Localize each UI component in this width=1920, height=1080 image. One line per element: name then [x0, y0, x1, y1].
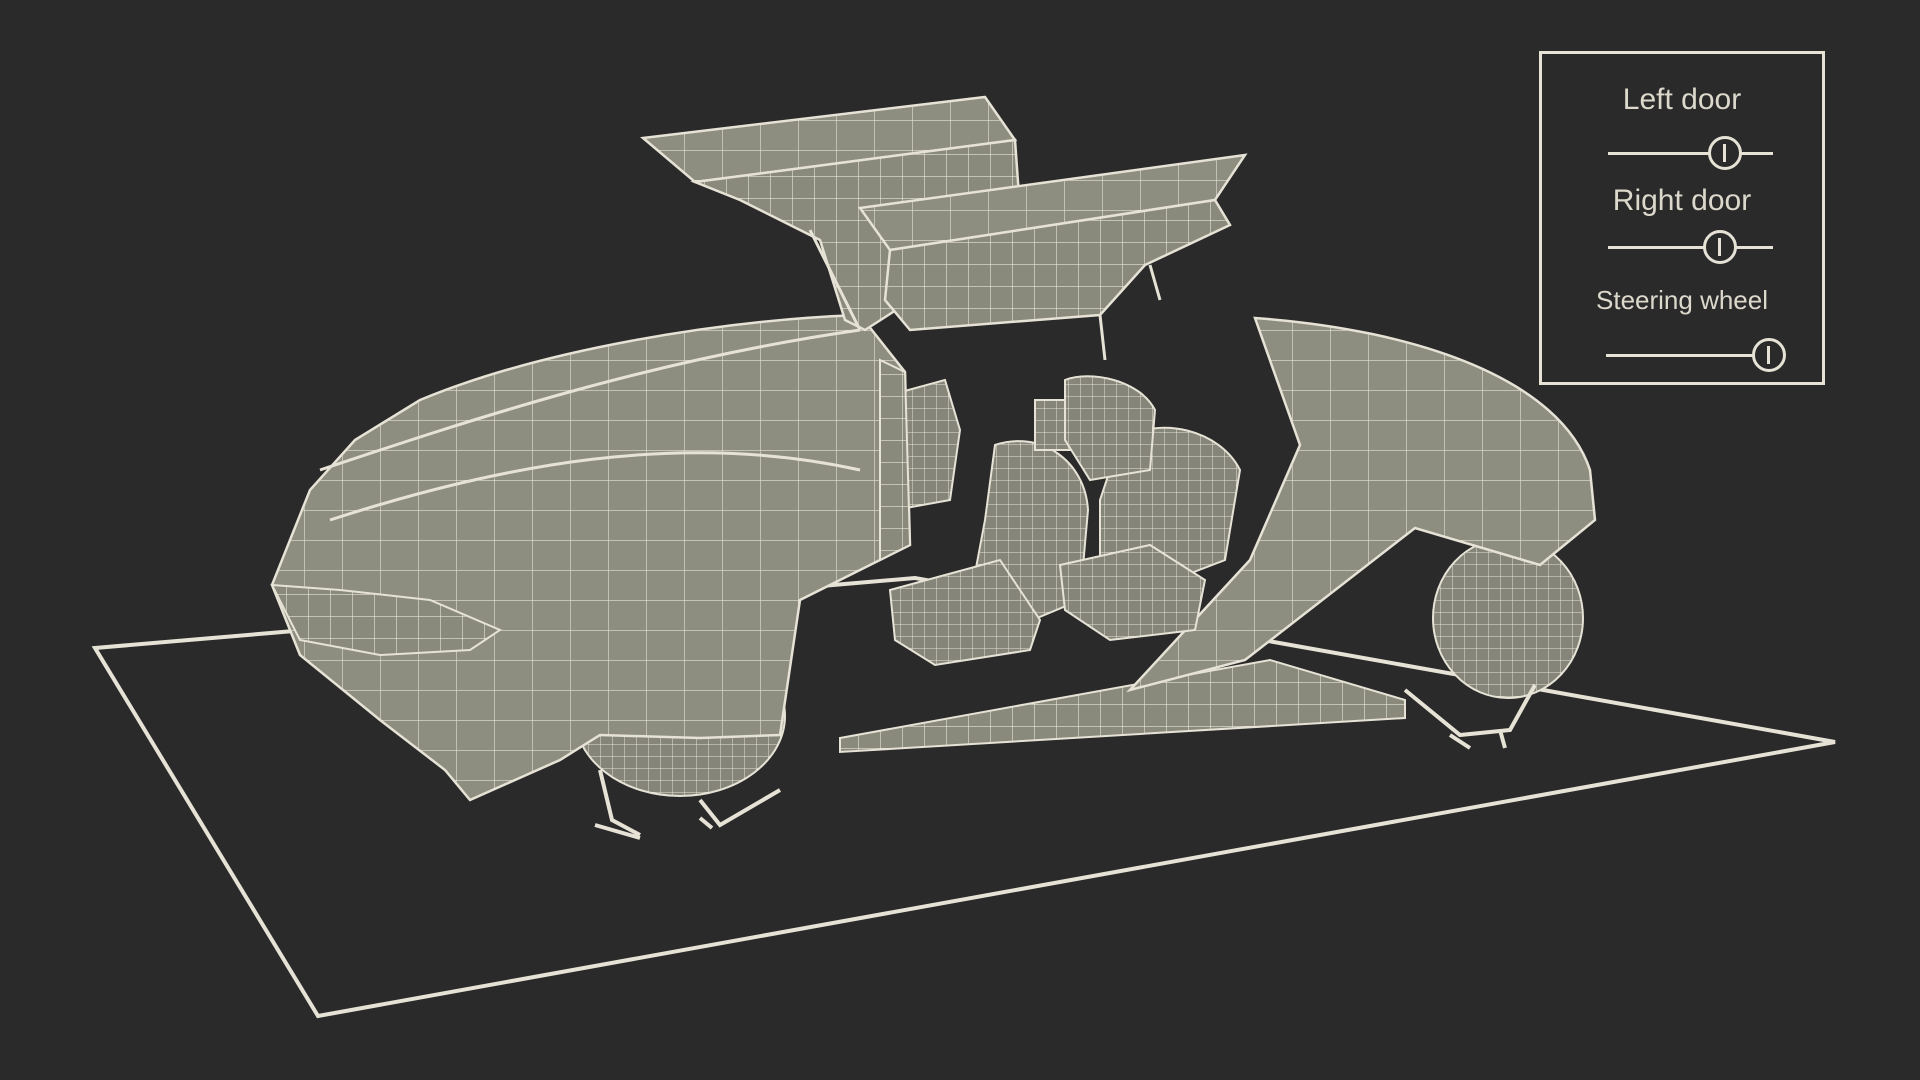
- cabin-floor: [839, 658, 1406, 754]
- right-door-slider[interactable]: [1608, 227, 1773, 267]
- animation-controls-panel: Left door Right door Steering wheel: [1539, 51, 1825, 385]
- left-door-label: Left door: [1622, 83, 1742, 116]
- left-door-slider-thumb[interactable]: [1708, 136, 1743, 170]
- right-door-label: Right door: [1612, 184, 1752, 217]
- front-body: [270, 313, 912, 802]
- right-door-slider-thumb[interactable]: [1703, 230, 1738, 264]
- left-door-slider-track: [1608, 152, 1773, 155]
- steering-wheel-slider-thumb[interactable]: [1751, 338, 1786, 372]
- left-door-slider[interactable]: [1608, 133, 1773, 173]
- steering-wheel-slider[interactable]: [1606, 335, 1786, 375]
- steering-wheel-label: Steering wheel: [1596, 285, 1768, 315]
- b-pillar: [879, 358, 912, 562]
- steering-wheel-slider-track: [1606, 354, 1772, 357]
- rear-wheel-pod: [1403, 537, 1584, 750]
- right-door-slider-track: [1608, 246, 1773, 249]
